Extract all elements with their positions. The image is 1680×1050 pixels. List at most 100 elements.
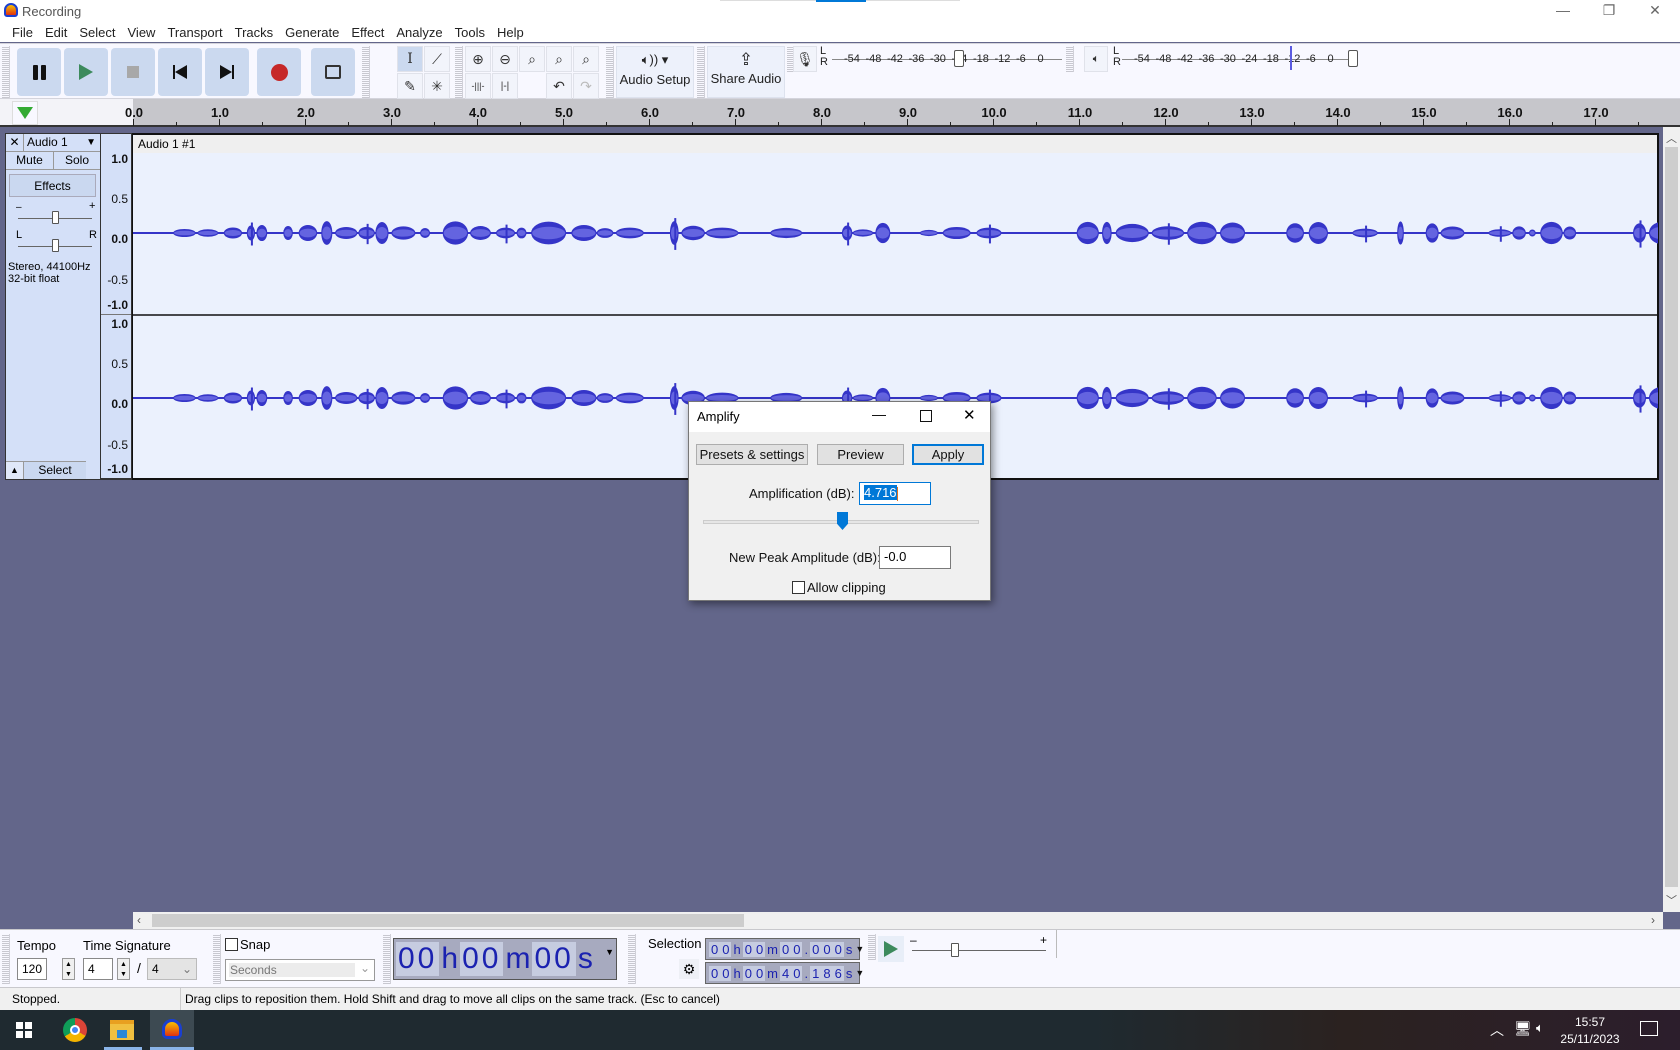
zoom-toggle-button[interactable]: ⌕: [573, 46, 599, 72]
envelope-tool-button[interactable]: ⟋: [424, 46, 450, 72]
pause-button[interactable]: [17, 48, 61, 96]
fit-selection-button[interactable]: ⌕: [519, 46, 545, 72]
toolbar-grip[interactable]: [213, 934, 221, 984]
amplification-input[interactable]: 4.716: [859, 482, 931, 505]
scroll-down-icon[interactable]: ﹀: [1666, 892, 1677, 908]
playback-speed-slider[interactable]: – +: [910, 933, 1050, 960]
scroll-up-icon[interactable]: ︿: [1663, 130, 1680, 146]
clock[interactable]: 15:57 25/11/2023: [1560, 1014, 1620, 1048]
toolbar-grip[interactable]: [606, 46, 614, 98]
track-name-menu[interactable]: Audio 1 ▼: [24, 134, 100, 151]
time-signature-denominator[interactable]: 4 ⌄: [147, 958, 197, 980]
horizontal-scrollbar[interactable]: ‹ ›: [133, 912, 1663, 929]
restore-button[interactable]: ❐: [1586, 0, 1632, 22]
playback-meter-slider[interactable]: [1348, 50, 1358, 67]
playback-meter-button[interactable]: 🔈︎: [1084, 46, 1108, 72]
time-display[interactable]: 00 h 00 m 00 s ▼: [393, 938, 617, 980]
windows-start-icon[interactable]: [16, 1022, 32, 1038]
playback-meter[interactable]: -54 -48 -42 -36 -30 -24 -18 -12 -6 0: [1122, 46, 1362, 70]
fit-project-button[interactable]: ⌕: [546, 46, 572, 72]
tempo-input[interactable]: 120: [17, 958, 47, 980]
vertical-ruler[interactable]: 1.0 0.5 0.0 -0.5 -1.0 1.0 0.5 0.0 -0.5 -…: [101, 133, 132, 480]
scroll-left-icon[interactable]: ‹: [137, 913, 141, 927]
undo-button[interactable]: ↶: [546, 73, 572, 99]
menu-help[interactable]: Help: [491, 22, 530, 42]
scroll-right-icon[interactable]: ›: [1651, 913, 1655, 927]
menu-edit[interactable]: Edit: [39, 22, 73, 42]
dialog-close-button[interactable]: ✕: [963, 406, 976, 424]
menu-effect[interactable]: Effect: [345, 22, 390, 42]
toolbar-grip[interactable]: [2, 46, 10, 98]
draw-tool-button[interactable]: ✎: [397, 73, 423, 99]
allow-clipping-checkbox[interactable]: Allow clipping: [792, 580, 886, 595]
toolbar-grip[interactable]: [2, 934, 10, 984]
share-audio-button[interactable]: ⇪ Share Audio: [707, 46, 785, 98]
allow-clipping-box[interactable]: [792, 581, 805, 594]
presets-settings-button[interactable]: Presets & settings: [696, 444, 808, 465]
mute-button[interactable]: Mute: [6, 152, 54, 169]
tray-chevron-up-icon[interactable]: ︿: [1490, 1020, 1504, 1040]
snap-checkbox[interactable]: Snap: [225, 937, 270, 952]
dialog-title-bar[interactable]: Amplify — ✕: [689, 402, 990, 432]
new-peak-input[interactable]: -0.0: [879, 546, 951, 569]
toolbar-grip[interactable]: [455, 46, 463, 98]
close-button[interactable]: ✕: [1632, 0, 1678, 22]
menu-select[interactable]: Select: [73, 22, 121, 42]
selection-start-time[interactable]: 0 0 h 0 0 m 0 0. 0 0 0 s ▼: [705, 938, 864, 960]
toolbar-grip[interactable]: [383, 934, 391, 984]
chevron-down-icon[interactable]: ▼: [855, 944, 864, 954]
horizontal-scroll-thumb[interactable]: [152, 914, 744, 927]
file-explorer-icon[interactable]: [110, 1020, 134, 1040]
tempo-spinner[interactable]: ▲ ▼: [62, 958, 75, 980]
notifications-icon[interactable]: [1640, 1021, 1658, 1036]
skip-to-end-button[interactable]: [205, 48, 249, 96]
record-meter-slider[interactable]: [954, 50, 964, 67]
menu-transport[interactable]: Transport: [161, 22, 228, 42]
minimize-button[interactable]: —: [1540, 0, 1586, 22]
snap-checkbox-box[interactable]: [225, 938, 238, 951]
loop-button[interactable]: [311, 48, 355, 96]
record-meter-button[interactable]: 🎙︎: [793, 46, 817, 72]
menu-view[interactable]: View: [122, 22, 162, 42]
collapse-track-button[interactable]: ▲: [6, 462, 24, 479]
timeline-ruler[interactable]: 0.0 1.0 2.0 3.0 4.0 5.0 6.0 7.0 8.0 9.0 10.0 11.0 12…: [125, 99, 1680, 127]
chevron-down-icon[interactable]: ▼: [855, 968, 864, 978]
pan-slider-thumb[interactable]: [52, 239, 59, 252]
vertical-scroll-thumb[interactable]: [1665, 147, 1678, 887]
dialog-minimize-button[interactable]: —: [872, 406, 886, 422]
redo-button[interactable]: ↷: [573, 73, 599, 99]
toolbar-grip[interactable]: [697, 46, 705, 98]
vertical-scrollbar[interactable]: ︿ ﹀: [1663, 127, 1680, 912]
speed-slider-thumb[interactable]: [951, 943, 959, 957]
record-meter[interactable]: -54-48-42-36-30-24-18-12-60: [832, 46, 1062, 70]
dialog-maximize-button[interactable]: [920, 410, 932, 422]
apply-button[interactable]: Apply: [912, 444, 984, 465]
play-button[interactable]: [64, 48, 108, 96]
menu-file[interactable]: File: [6, 22, 39, 42]
amplification-slider[interactable]: [703, 512, 979, 530]
zoom-in-button[interactable]: ⊕: [465, 46, 491, 72]
silence-button[interactable]: |-|: [492, 73, 518, 99]
amplification-slider-thumb[interactable]: [837, 512, 848, 530]
multi-tool-button[interactable]: ✳: [424, 73, 450, 99]
select-track-button[interactable]: Select: [24, 462, 86, 479]
menu-tracks[interactable]: Tracks: [229, 22, 280, 42]
toolbar-grip[interactable]: [868, 934, 876, 960]
chevron-down-icon[interactable]: ▼: [605, 947, 614, 957]
preview-button[interactable]: Preview: [817, 444, 904, 465]
toolbar-grip[interactable]: [362, 46, 370, 98]
audacity-taskbar-button[interactable]: [150, 1010, 194, 1050]
toolbar-grip[interactable]: [628, 934, 636, 984]
track-close-button[interactable]: ✕: [6, 134, 24, 151]
record-button[interactable]: [257, 48, 301, 96]
clip-title-bar[interactable]: Audio 1 #1: [133, 135, 1657, 153]
skip-to-start-button[interactable]: [158, 48, 202, 96]
zoom-out-button[interactable]: ⊖: [492, 46, 518, 72]
timeline-options-button[interactable]: [12, 101, 38, 125]
menu-analyze[interactable]: Analyze: [390, 22, 448, 42]
selection-settings-button[interactable]: ⚙: [679, 959, 699, 979]
trim-outside-button[interactable]: -|||-: [465, 73, 491, 99]
network-icon[interactable]: 🖥︎: [1514, 1020, 1532, 1037]
chrome-icon[interactable]: [63, 1018, 87, 1042]
toolbar-grip[interactable]: [1066, 46, 1074, 72]
